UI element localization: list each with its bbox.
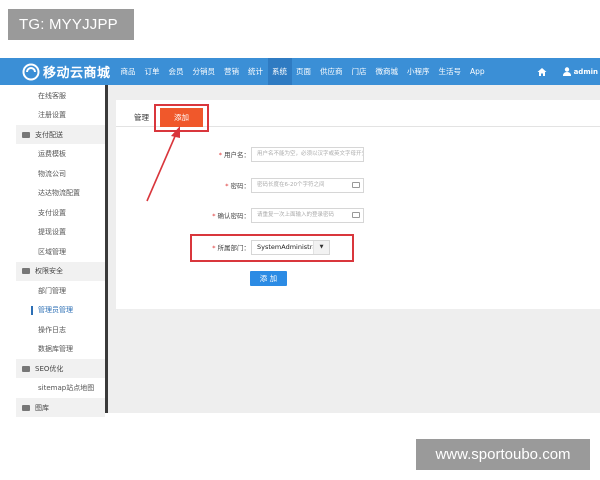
home-icon[interactable] bbox=[537, 67, 547, 77]
sidebar-item[interactable]: 注册设置 bbox=[16, 106, 105, 125]
submit-button[interactable]: 添 加 bbox=[250, 271, 287, 286]
dept-row: *所属部门： SystemAdministrator ▼ bbox=[116, 240, 600, 256]
sidebar-item-label: sitemap站点地图 bbox=[38, 384, 95, 392]
sidebar-item-label: 支付设置 bbox=[38, 208, 66, 217]
image-icon bbox=[22, 404, 30, 411]
sidebar-item[interactable]: 区域管理 bbox=[16, 242, 105, 261]
tab-bar: 管理 添加 bbox=[116, 100, 600, 132]
sidebar-item[interactable]: 提现设置 bbox=[16, 223, 105, 242]
nav-item[interactable]: 订单 bbox=[140, 58, 164, 85]
sidebar-item-label: 在线客服 bbox=[38, 91, 66, 100]
sidebar-item-label: 达达物流配置 bbox=[38, 189, 80, 197]
nav-item[interactable]: 商品 bbox=[116, 58, 140, 85]
nav-item[interactable]: 会员 bbox=[164, 58, 188, 85]
username-label: * 用户名： bbox=[218, 151, 250, 159]
sidebar-item[interactable]: 在线客服 bbox=[16, 86, 105, 105]
user-icon bbox=[562, 67, 571, 76]
password-row: * 密码： 密码长度在6-20个字符之间 bbox=[116, 178, 600, 194]
keyboard-icon bbox=[352, 182, 360, 188]
nav-item[interactable]: 页面 bbox=[292, 58, 316, 85]
nav-item[interactable]: 小程序 bbox=[403, 58, 435, 85]
sidebar-item-label: 运费模板 bbox=[38, 150, 66, 158]
truck-icon bbox=[22, 131, 30, 138]
dept-select-value: SystemAdministrator bbox=[257, 243, 315, 251]
page: 移动云商城 商品 订单 会员 分销员 营销 统计 系统 页面 供应商 门店 微商城 小程序 生活号 App… bbox=[0, 0, 600, 480]
highlight-box-tab bbox=[154, 104, 209, 132]
sidebar-item[interactable]: 支付设置 bbox=[16, 203, 105, 222]
nav-item[interactable]: App bbox=[466, 58, 490, 85]
confirm-placeholder: 请重复一次上面输入的登录密码 bbox=[257, 212, 335, 218]
tab-manage[interactable]: 管理 bbox=[134, 112, 149, 123]
logo-text: 移动云商城 bbox=[43, 66, 111, 81]
chevron-down-icon: ▼ bbox=[313, 241, 329, 254]
confirm-label: * 确认密码： bbox=[212, 212, 250, 220]
nav-right: admin bbox=[537, 58, 600, 85]
nav-item[interactable]: 供应商 bbox=[316, 58, 348, 85]
dept-select[interactable]: SystemAdministrator ▼ bbox=[251, 240, 330, 255]
sidebar-group-gallery[interactable]: 图库 bbox=[16, 398, 105, 417]
top-nav-bar: 移动云商城 商品 订单 会员 分销员 营销 统计 系统 页面 供应商 门店 微商城 小程序 生活号 App… bbox=[0, 58, 600, 85]
nav-item[interactable]: 生活号 bbox=[434, 58, 466, 85]
nav-item[interactable]: 统计 bbox=[244, 58, 268, 85]
gear-icon bbox=[22, 365, 30, 372]
form-panel: 管理 添加 * 用户名： 用户名不能为空，必须以汉字或英文字母开头 * 密码： 密码… bbox=[116, 100, 600, 309]
watermark-top: TG: MYYJJPP bbox=[8, 9, 134, 40]
sidebar: 在线客服注册设置支付配送运费模板物流公司达达物流配置 支付设置提现设置区域管理权限… bbox=[16, 85, 108, 417]
logo[interactable]: 移动云商城 bbox=[22, 62, 111, 81]
dept-label: * 所属部门： bbox=[212, 244, 250, 252]
confirm-input[interactable]: 请重复一次上面输入的登录密码 bbox=[251, 208, 364, 223]
confirm-row: * 确认密码： 请重复一次上面输入的登录密码 bbox=[116, 208, 600, 224]
shield-icon bbox=[22, 268, 30, 274]
logo-icon bbox=[22, 63, 40, 80]
password-input[interactable]: 密码长度在6-20个字符之间 bbox=[251, 178, 364, 193]
main-nav: 商品 订单 会员 分销员 营销 统计 系统 页面 供应商 门店 微商城 小程序 生活号 App bbox=[116, 58, 489, 85]
sidebar-item-label: 支付配送 bbox=[35, 130, 63, 139]
keyboard-icon bbox=[352, 212, 360, 218]
sidebar-item-label: 物流公司 bbox=[38, 169, 66, 178]
watermark-bottom: www.sportoubo.com bbox=[416, 439, 590, 470]
nav-item[interactable]: 微商城 bbox=[371, 58, 403, 85]
sidebar-item[interactable]: 数据库管理 bbox=[16, 340, 105, 359]
sidebar-item-label: 区域管理 bbox=[38, 247, 66, 256]
sidebar-item-label: 权限安全 bbox=[35, 267, 63, 275]
sidebar-item-label: SEO优化 bbox=[35, 364, 64, 373]
sidebar-item-label: 管理员管理 bbox=[38, 306, 73, 314]
sidebar-item-label: 提现设置 bbox=[38, 228, 66, 236]
sidebar-item[interactable]: sitemap站点地图 bbox=[16, 379, 105, 398]
sidebar-item[interactable]: 运费模板 bbox=[16, 145, 105, 164]
username-row: * 用户名： 用户名不能为空，必须以汉字或英文字母开头 bbox=[116, 147, 600, 163]
sidebar-item-label: 操作日志 bbox=[38, 325, 66, 334]
sidebar-item-label: 部门管理 bbox=[38, 286, 66, 295]
sidebar-item[interactable]: 部门管理 bbox=[16, 281, 105, 300]
nav-item[interactable]: 分销员 bbox=[188, 58, 220, 85]
sidebar-group-security[interactable]: 权限安全 bbox=[16, 261, 105, 281]
username-input[interactable]: 用户名不能为空，必须以汉字或英文字母开头 bbox=[251, 147, 364, 162]
sidebar-group-seo[interactable]: SEO优化 bbox=[16, 359, 105, 378]
sidebar-item-label: 图库 bbox=[35, 403, 49, 412]
nav-item[interactable]: 系统 bbox=[267, 58, 292, 85]
nav-item[interactable]: 营销 bbox=[220, 58, 244, 85]
sidebar-item-label: 数据库管理 bbox=[38, 345, 73, 353]
sidebar-item-label: 注册设置 bbox=[38, 111, 66, 119]
sidebar-item[interactable]: 管理员管理 bbox=[16, 301, 105, 320]
sidebar-item[interactable]: 达达物流配置 bbox=[16, 184, 105, 203]
sidebar-group-payment[interactable]: 支付配送 bbox=[16, 125, 105, 144]
password-label: * 密码： bbox=[225, 182, 250, 190]
user-name[interactable]: admin bbox=[574, 68, 598, 76]
sidebar-item[interactable]: 操作日志 bbox=[16, 320, 105, 339]
password-placeholder: 密码长度在6-20个字符之间 bbox=[257, 182, 325, 188]
nav-item[interactable]: 门店 bbox=[347, 58, 371, 85]
sidebar-item[interactable]: 物流公司 bbox=[16, 164, 105, 183]
